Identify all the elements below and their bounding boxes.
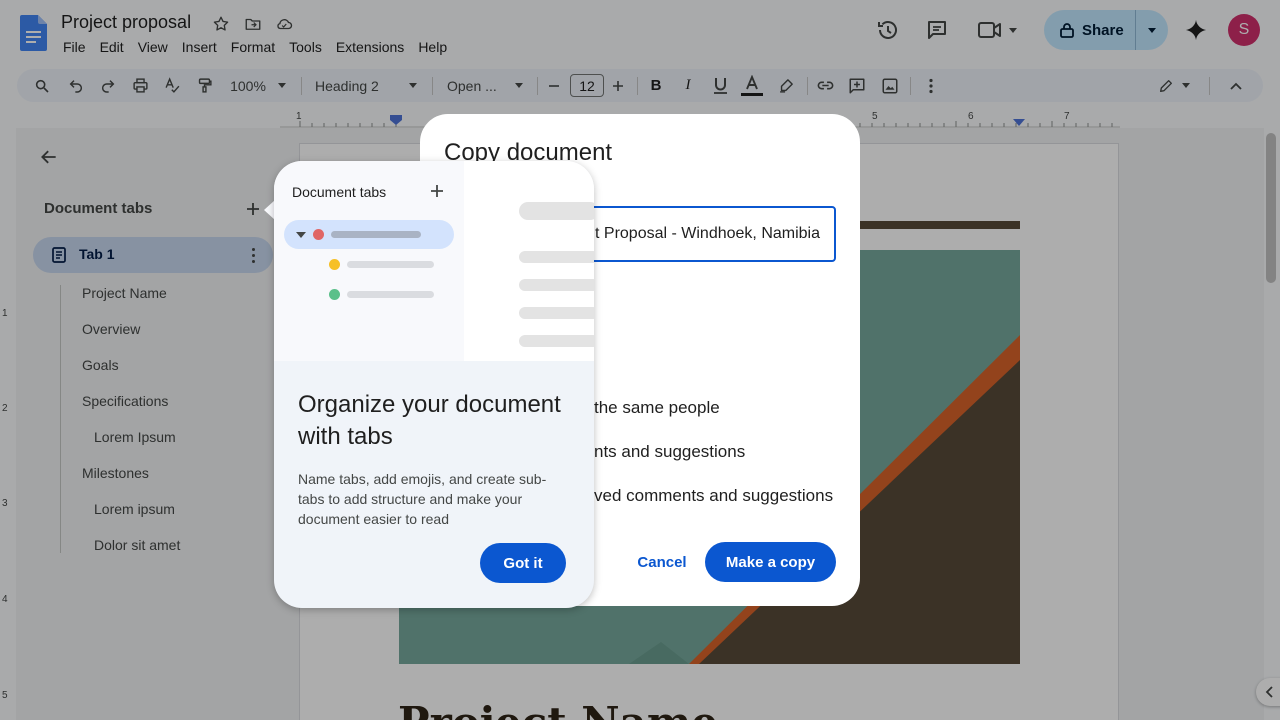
option-resolved-label[interactable]: ved comments and suggestions [594,486,833,506]
tabs-promo-popup: Document tabs Organize your document wit… [274,161,594,608]
promo-body: Name tabs, add emojis, and create sub-ta… [298,471,547,527]
illustration-line [519,279,594,291]
tab-emoji-dot [313,229,324,240]
add-icon [430,182,444,202]
illustration-bar [331,231,421,238]
cancel-button[interactable]: Cancel [626,542,698,582]
option-comments-label[interactable]: nts and suggestions [594,442,745,462]
illustration-line [519,202,594,220]
illustration-bar [347,261,434,268]
make-copy-button[interactable]: Make a copy [705,542,836,582]
illustration-line [519,251,594,263]
chevron-down-icon [296,232,306,238]
subtab-emoji-dot [329,259,340,270]
illustration-line [519,307,594,319]
illustration-title: Document tabs [292,184,387,200]
subtab-emoji-dot [329,289,340,300]
got-it-button[interactable]: Got it [480,543,566,583]
promo-heading: Organize your document with tabs [298,391,561,450]
promo-illustration: Document tabs [274,161,594,361]
option-share-label[interactable]: the same people [594,398,720,418]
illustration-line [519,335,594,347]
illustration-bar [347,291,434,298]
